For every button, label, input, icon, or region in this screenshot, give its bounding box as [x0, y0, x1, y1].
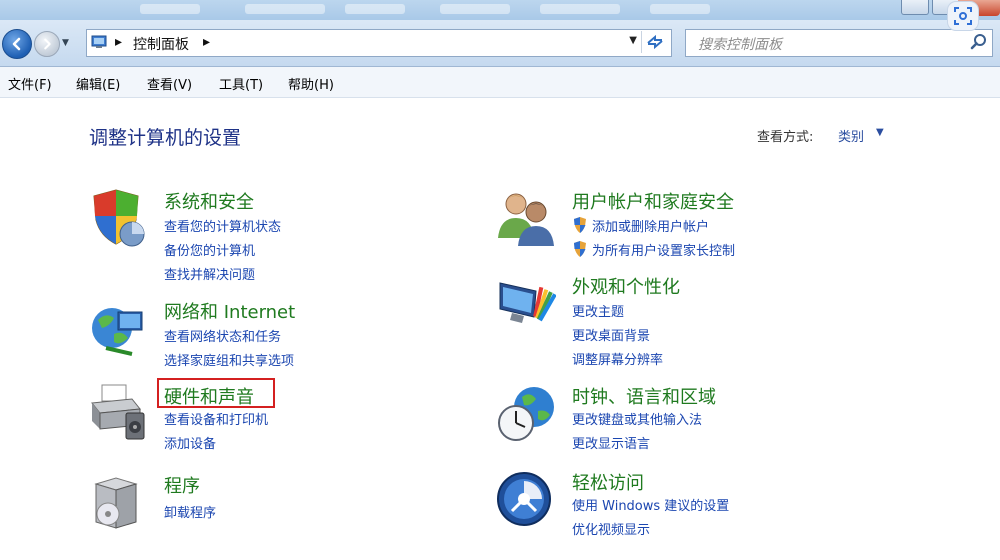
users-icon	[498, 193, 554, 246]
uac-shield-icon	[574, 241, 586, 257]
search-placeholder: 搜索控制面板	[698, 37, 782, 53]
network-globe-icon	[92, 308, 143, 356]
link-label: 为所有用户设置家长控制	[592, 244, 736, 259]
category-title[interactable]: 系统和安全	[164, 188, 254, 214]
ease-of-access-icon	[497, 472, 551, 526]
refresh-button[interactable]	[641, 31, 668, 53]
menu-file[interactable]: 文件(F)	[8, 74, 52, 93]
category-title[interactable]: 外观和个性化	[572, 273, 680, 299]
category-title[interactable]: 用户帐户和家庭安全	[572, 188, 734, 214]
menu-edit[interactable]: 编辑(E)	[76, 74, 120, 93]
arrow-right-icon	[44, 38, 51, 50]
blurred-tab	[245, 4, 325, 14]
highlight-box	[157, 378, 275, 408]
category-programs: 程序 卸载程序	[88, 472, 408, 542]
forward-button[interactable]	[34, 31, 60, 57]
category-title[interactable]: 程序	[164, 472, 200, 498]
recent-pages-dropdown[interactable]: ▼	[62, 38, 69, 48]
breadcrumb-separator: ▸	[115, 34, 123, 50]
breadcrumb-separator[interactable]: ▸	[203, 34, 210, 50]
link-devices-printers[interactable]: 查看设备和打印机	[164, 409, 268, 428]
category-network-internet: 网络和 Internet 查看网络状态和任务 选择家庭组和共享选项	[88, 298, 408, 374]
menu-tools[interactable]: 工具(T)	[219, 74, 263, 93]
category-user-accounts: 用户帐户和家庭安全 添加或删除用户帐户 为所有用户设置家长控制	[496, 188, 816, 264]
clock-globe-icon	[498, 387, 554, 441]
address-dropdown[interactable]: ▼	[629, 35, 637, 46]
chevron-down-icon[interactable]: ▼	[876, 127, 884, 138]
link-optimize-visual-display[interactable]: 优化视频显示	[572, 519, 650, 538]
category-appearance: 外观和个性化 更改主题 更改桌面背景 调整屏幕分辨率	[496, 273, 816, 373]
printer-icon	[91, 384, 145, 440]
uac-shield-icon	[574, 217, 586, 233]
minimize-button[interactable]	[901, 0, 929, 15]
category-title[interactable]: 网络和 Internet	[164, 298, 295, 324]
refresh-icon	[647, 34, 663, 50]
link-troubleshoot[interactable]: 查找并解决问题	[164, 264, 255, 283]
link-uninstall-program[interactable]: 卸载程序	[164, 502, 216, 521]
blurred-tab	[650, 4, 710, 14]
blurred-tab	[540, 4, 620, 14]
breadcrumb-control-panel[interactable]: 控制面板	[133, 34, 189, 54]
address-field[interactable]: ▸ 控制面板 ▸ ▼	[86, 29, 672, 57]
title-bar	[0, 0, 1000, 20]
menu-help[interactable]: 帮助(H)	[288, 74, 334, 93]
link-add-remove-accounts[interactable]: 添加或删除用户帐户	[572, 216, 709, 235]
arrow-left-icon	[12, 37, 21, 51]
category-ease-of-access: 轻松访问 使用 Windows 建议的设置 优化视频显示	[496, 469, 816, 545]
back-button[interactable]	[2, 29, 32, 59]
view-by-label: 查看方式:	[757, 130, 814, 145]
link-label: 添加或删除用户帐户	[592, 220, 710, 235]
link-add-device[interactable]: 添加设备	[164, 433, 216, 452]
search-icon[interactable]	[970, 33, 988, 51]
link-backup-computer[interactable]: 备份您的计算机	[164, 240, 255, 259]
control-panel-icon	[91, 35, 107, 48]
view-by-dropdown[interactable]: 类别	[838, 126, 864, 145]
menu-view[interactable]: 查看(V)	[147, 74, 192, 93]
programs-box-icon	[94, 477, 138, 529]
category-title[interactable]: 时钟、语言和区域	[572, 383, 716, 409]
blurred-tab	[440, 4, 510, 14]
monitor-palette-icon	[499, 282, 556, 323]
screenshot-tool-icon[interactable]	[948, 2, 978, 30]
link-windows-recommended-settings[interactable]: 使用 Windows 建议的设置	[572, 495, 729, 514]
link-parental-controls[interactable]: 为所有用户设置家长控制	[572, 240, 735, 259]
navigation-bar: ▼ ▸ 控制面板 ▸ ▼ 搜索控制面板	[0, 20, 1000, 67]
link-change-keyboard[interactable]: 更改键盘或其他输入法	[572, 409, 702, 428]
menu-bar: 文件(F) 编辑(E) 查看(V) 工具(T) 帮助(H)	[0, 67, 1000, 98]
blurred-tab	[140, 4, 200, 14]
category-title[interactable]: 轻松访问	[572, 469, 644, 495]
category-system-security: 系统和安全 查看您的计算机状态 备份您的计算机 查找并解决问题	[88, 188, 408, 288]
category-clock-language-region: 时钟、语言和区域 更改键盘或其他输入法 更改显示语言	[496, 383, 816, 459]
link-change-theme[interactable]: 更改主题	[572, 301, 624, 320]
link-network-status[interactable]: 查看网络状态和任务	[164, 326, 281, 345]
blurred-tab	[345, 4, 405, 14]
link-screen-resolution[interactable]: 调整屏幕分辨率	[572, 349, 663, 368]
shield-icon	[93, 189, 145, 247]
link-display-language[interactable]: 更改显示语言	[572, 433, 650, 452]
camera-scan-icon	[954, 7, 972, 25]
link-homegroup[interactable]: 选择家庭组和共享选项	[164, 350, 294, 369]
page-title: 调整计算机的设置	[89, 127, 242, 149]
link-desktop-background[interactable]: 更改桌面背景	[572, 325, 650, 344]
link-view-computer-status[interactable]: 查看您的计算机状态	[164, 216, 281, 235]
search-field[interactable]: 搜索控制面板	[685, 29, 993, 57]
